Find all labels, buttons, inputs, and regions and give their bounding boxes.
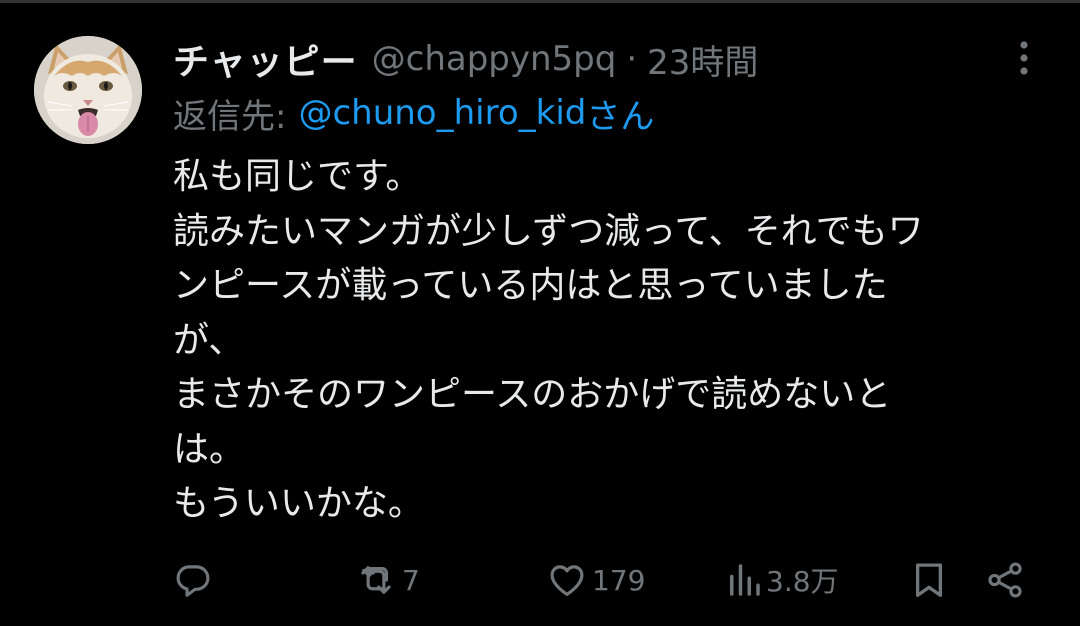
heart-icon — [550, 565, 584, 596]
share-button[interactable] — [984, 556, 1026, 604]
retweet-count: 7 — [402, 563, 420, 597]
tweet-text: 私も同じです。 読みたいマンガが少しずつ減って、それでもワ ンピースが載っている… — [173, 150, 1023, 532]
display-name[interactable]: チャッピー — [173, 33, 358, 85]
share-icon — [988, 562, 1022, 598]
user-handle[interactable]: @chappyn5pq — [372, 39, 617, 79]
tweet-text-line: ンピースが載っている内はと思っていました — [173, 265, 888, 306]
cat-avatar-image — [34, 36, 142, 144]
bookmark-icon — [915, 563, 943, 597]
separator-dot: · — [626, 39, 638, 79]
views-count: 3.8万 — [766, 565, 839, 598]
avatar[interactable] — [34, 36, 142, 144]
tweet-text-line: まさかそのワンピースのおかげで読めないと — [173, 374, 892, 415]
views-icon — [730, 564, 760, 596]
retweet-icon — [361, 566, 391, 594]
reply-to-suffix: さん — [586, 96, 655, 137]
tweet-text-line: が、 — [173, 319, 245, 361]
bookmark-button[interactable] — [908, 556, 950, 604]
like-count: 179 — [592, 563, 646, 597]
tweet-text-line: は。 — [173, 428, 246, 470]
reply-to-label: 返信先: — [173, 96, 287, 137]
tweet-text-line: もういいかな。 — [173, 483, 424, 524]
reply-to-handle[interactable]: @chuno_hiro_kid — [298, 93, 586, 133]
views-button[interactable]: 3.8万 — [726, 556, 839, 604]
timestamp[interactable]: 23時間 — [647, 35, 758, 84]
retweet-button[interactable]: 7 — [354, 556, 420, 604]
reply-to: 返信先: @chuno_hiro_kid さん — [173, 90, 655, 137]
reply-button[interactable] — [172, 556, 214, 604]
tweet-text-line: 私も同じです。 — [173, 156, 422, 197]
more-vertical-icon — [1020, 41, 1028, 75]
more-options-button[interactable] — [1004, 38, 1044, 78]
action-bar: 7 179 3.8万 — [0, 556, 1080, 604]
tweet-text-line: 読みたいマンガが少しずつ減って、それでもワ — [173, 210, 924, 252]
like-button[interactable]: 179 — [546, 556, 645, 604]
tweet[interactable]: チャッピー @chappyn5pq · 23時間 返信先: @chuno_hir… — [0, 0, 1080, 626]
tweet-header: チャッピー @chappyn5pq · 23時間 — [173, 33, 758, 85]
reply-icon — [176, 565, 210, 597]
